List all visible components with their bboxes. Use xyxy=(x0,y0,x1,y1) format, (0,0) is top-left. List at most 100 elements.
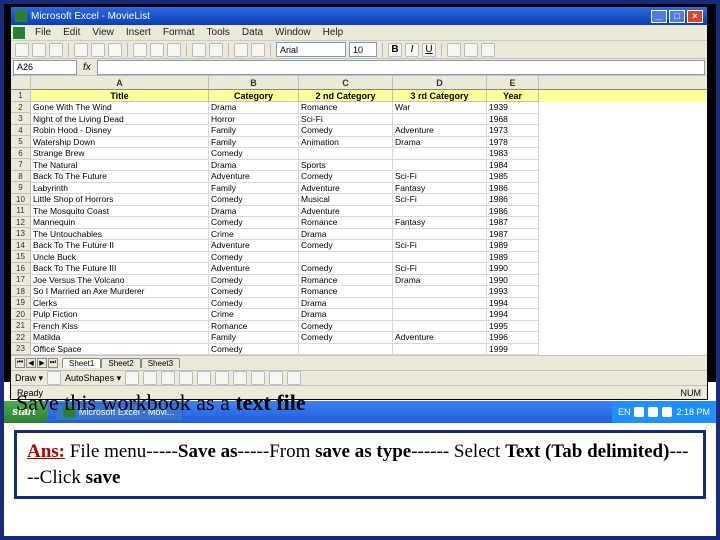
cell[interactable]: Comedy xyxy=(299,332,393,344)
row-header[interactable]: 13 xyxy=(11,228,30,240)
cell[interactable]: Uncle Buck xyxy=(31,252,209,264)
cell[interactable]: 1989 xyxy=(487,240,539,252)
formula-bar[interactable] xyxy=(97,60,705,75)
cell[interactable]: The Mosquito Coast xyxy=(31,206,209,218)
underline-button[interactable]: U xyxy=(422,43,436,57)
cell[interactable]: War xyxy=(393,102,487,114)
italic-button[interactable]: I xyxy=(405,43,419,57)
cell[interactable]: 1983 xyxy=(487,148,539,160)
cell[interactable] xyxy=(393,321,487,333)
table-row[interactable]: Back To The FutureAdventureComedySci-Fi1… xyxy=(31,171,707,183)
menu-window[interactable]: Window xyxy=(269,27,317,38)
cell[interactable]: Romance xyxy=(299,286,393,298)
menu-insert[interactable]: Insert xyxy=(120,27,157,38)
cell[interactable]: Drama xyxy=(209,206,299,218)
save-icon[interactable] xyxy=(49,43,63,57)
open-icon[interactable] xyxy=(32,43,46,57)
cell[interactable]: 1999 xyxy=(487,344,539,356)
table-row[interactable]: The NaturalDramaSports1984 xyxy=(31,160,707,172)
table-row[interactable]: The Mosquito CoastDramaAdventure1986 xyxy=(31,206,707,218)
cell[interactable]: Crime xyxy=(209,229,299,241)
cell[interactable] xyxy=(393,252,487,264)
cell[interactable]: Crime xyxy=(209,309,299,321)
cell[interactable]: 1993 xyxy=(487,286,539,298)
row-header[interactable]: 8 xyxy=(11,171,30,183)
cell[interactable] xyxy=(393,309,487,321)
prev-sheet-icon[interactable]: ◀ xyxy=(26,358,36,368)
cell[interactable]: Adventure xyxy=(393,332,487,344)
redo-icon[interactable] xyxy=(209,43,223,57)
row-header[interactable]: 5 xyxy=(11,136,30,148)
row-header[interactable]: 2 xyxy=(11,102,30,114)
align-right-icon[interactable] xyxy=(481,43,495,57)
cell[interactable]: Sci-Fi xyxy=(393,240,487,252)
font-name-dropdown[interactable]: Arial xyxy=(276,42,346,57)
cell[interactable]: Sci-Fi xyxy=(393,171,487,183)
cell[interactable]: Comedy xyxy=(209,194,299,206)
row-header[interactable]: 22 xyxy=(11,332,30,344)
menu-format[interactable]: Format xyxy=(157,27,201,38)
cell[interactable]: 1990 xyxy=(487,275,539,287)
cell[interactable] xyxy=(393,286,487,298)
cell[interactable]: Drama xyxy=(393,275,487,287)
align-left-icon[interactable] xyxy=(447,43,461,57)
cell[interactable]: 1968 xyxy=(487,114,539,126)
menu-edit[interactable]: Edit xyxy=(57,27,86,38)
table-row[interactable]: MatildaFamilyComedyAdventure1996 xyxy=(31,332,707,344)
row-header[interactable]: 15 xyxy=(11,251,30,263)
cell[interactable]: Labyrinth xyxy=(31,183,209,195)
cell[interactable]: 1989 xyxy=(487,252,539,264)
cell[interactable]: 1995 xyxy=(487,321,539,333)
cell[interactable]: Romance xyxy=(209,321,299,333)
font-size-dropdown[interactable]: 10 xyxy=(349,42,377,57)
cell[interactable]: 1987 xyxy=(487,217,539,229)
cell[interactable]: Gone With The Wind xyxy=(31,102,209,114)
row-header[interactable]: 16 xyxy=(11,263,30,275)
header-year[interactable]: Year xyxy=(487,90,539,102)
table-row[interactable]: Strange BrewComedy1983 xyxy=(31,148,707,160)
last-sheet-icon[interactable]: ⏭ xyxy=(48,358,58,368)
cell[interactable]: 1986 xyxy=(487,183,539,195)
header-row[interactable]: Title Category 2 nd Category 3 rd Catego… xyxy=(31,90,707,102)
cell[interactable]: Comedy xyxy=(299,240,393,252)
title-bar[interactable]: Microsoft Excel - MovieList _ □ × xyxy=(11,7,707,25)
cell[interactable] xyxy=(393,206,487,218)
cell[interactable]: Adventure xyxy=(209,240,299,252)
name-box[interactable]: A26 xyxy=(13,60,77,75)
cell[interactable]: Adventure xyxy=(393,125,487,137)
table-row[interactable]: Night of the Living DeadHorrorSci-Fi1968 xyxy=(31,114,707,126)
cell[interactable]: Comedy xyxy=(209,148,299,160)
sort-asc-icon[interactable] xyxy=(234,43,248,57)
row-header[interactable]: 18 xyxy=(11,286,30,298)
cell[interactable]: Sci-Fi xyxy=(393,194,487,206)
cell[interactable]: Sci-Fi xyxy=(299,114,393,126)
cell[interactable]: Adventure xyxy=(299,206,393,218)
row-header[interactable]: 11 xyxy=(11,205,30,217)
cell[interactable]: Sports xyxy=(299,160,393,172)
cell[interactable]: Matilda xyxy=(31,332,209,344)
row-header[interactable]: 7 xyxy=(11,159,30,171)
header-title[interactable]: Title xyxy=(31,90,209,102)
header-category2[interactable]: 2 nd Category xyxy=(299,90,393,102)
cell[interactable]: So I Married an Axe Murderer xyxy=(31,286,209,298)
col-header-e[interactable]: E xyxy=(487,76,539,89)
cell[interactable] xyxy=(393,114,487,126)
cell[interactable] xyxy=(299,148,393,160)
cell[interactable]: Sci-Fi xyxy=(393,263,487,275)
cell[interactable]: Comedy xyxy=(299,125,393,137)
cell[interactable]: Adventure xyxy=(209,171,299,183)
cell[interactable] xyxy=(393,298,487,310)
cell[interactable]: 1939 xyxy=(487,102,539,114)
cell[interactable]: Mannequin xyxy=(31,217,209,229)
row-header[interactable]: 6 xyxy=(11,148,30,160)
cell[interactable]: 1978 xyxy=(487,137,539,149)
cell[interactable] xyxy=(299,252,393,264)
header-category[interactable]: Category xyxy=(209,90,299,102)
tab-sheet2[interactable]: Sheet2 xyxy=(101,358,140,368)
menu-file[interactable]: File xyxy=(29,27,57,38)
menu-view[interactable]: View xyxy=(86,27,120,38)
cell[interactable]: Adventure xyxy=(209,263,299,275)
cell[interactable]: 1994 xyxy=(487,309,539,321)
cell[interactable]: Comedy xyxy=(209,217,299,229)
cell[interactable]: Comedy xyxy=(299,263,393,275)
